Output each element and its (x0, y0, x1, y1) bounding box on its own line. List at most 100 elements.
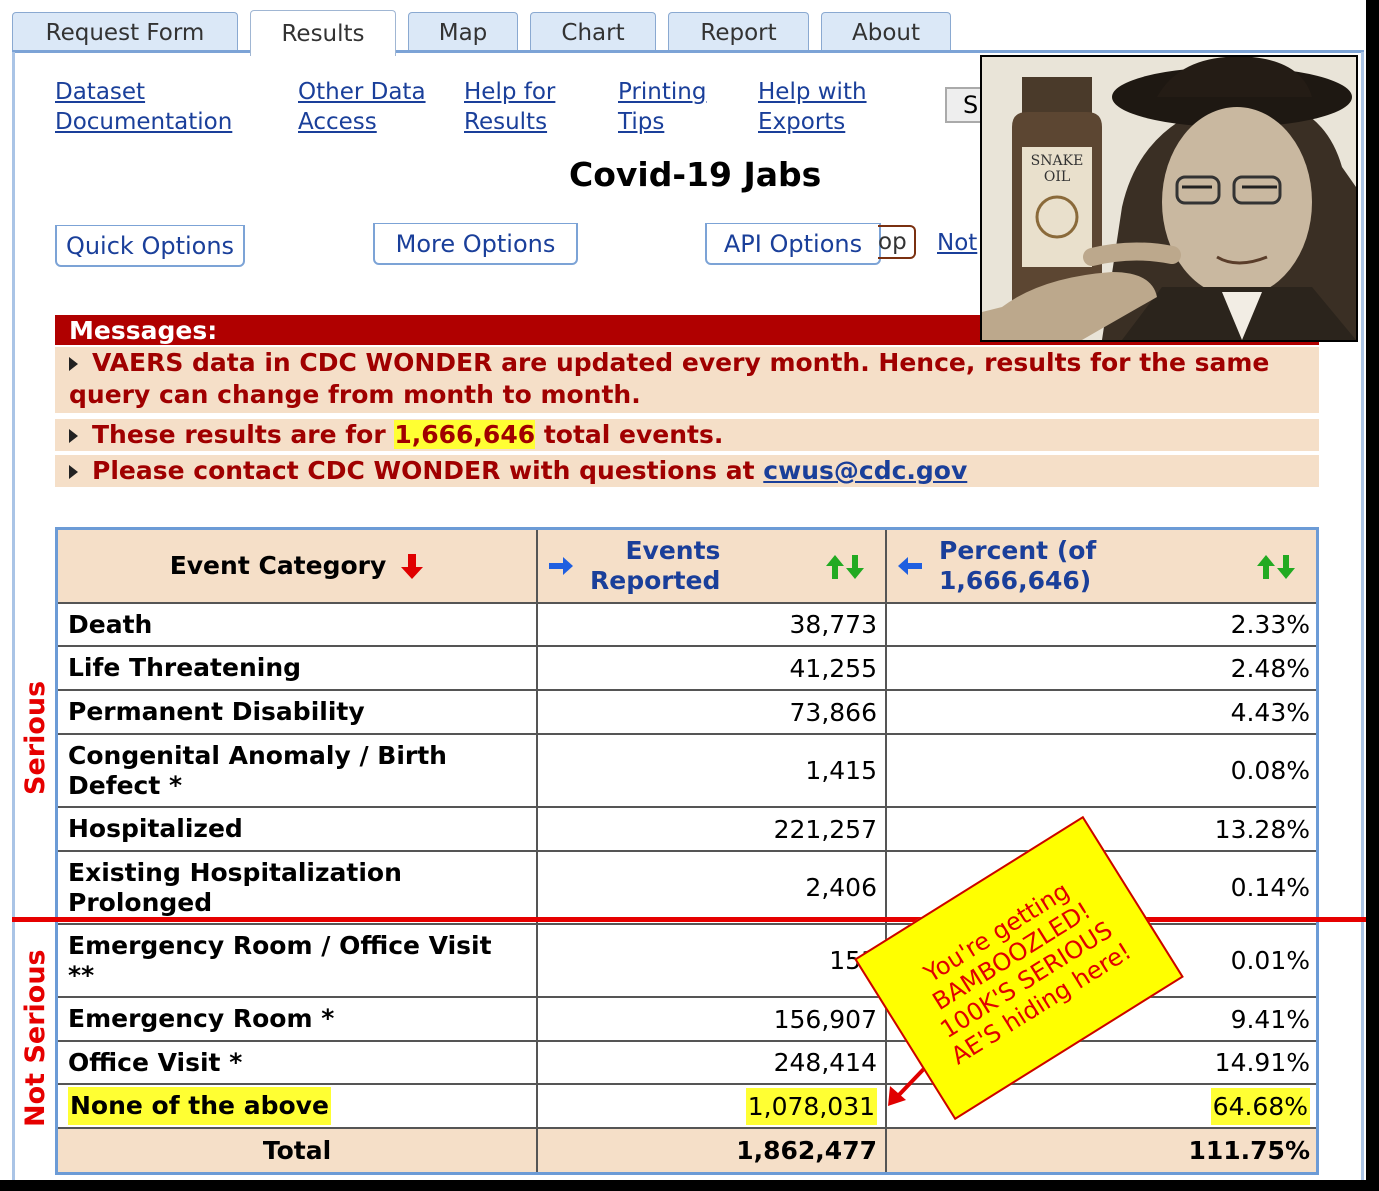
move-left-arrow-icon (898, 557, 922, 575)
link-line: Exports (758, 109, 846, 135)
table-row: Permanent Disability 73,866 4.43% (58, 691, 1316, 735)
row-percent: 13.28% (1214, 814, 1310, 844)
message-text: Please contact CDC WONDER with questions… (92, 456, 764, 485)
row-category: Existing Hospitalization Prolonged (58, 852, 538, 923)
tab-report[interactable]: Report (668, 12, 809, 52)
table-header-row: Event Category Events Reported Percent (o… (58, 530, 1316, 604)
row-category: None of the above (58, 1085, 538, 1127)
header-events-reported[interactable]: Events Reported (538, 530, 887, 602)
bullet-arrow-icon (69, 357, 78, 371)
row-events: 73,866 (538, 691, 887, 733)
row-events: 221,257 (538, 808, 887, 850)
highlighted-category: None of the above (68, 1087, 331, 1125)
bullet-arrow-icon (69, 429, 78, 443)
printing-tips-link[interactable]: Printing Tips (618, 77, 706, 137)
tab-underline (396, 50, 1364, 53)
api-options-button[interactable]: API Options (705, 223, 881, 265)
row-category: Congenital Anomaly / Birth Defect * (58, 735, 538, 806)
partial-button[interactable]: op (878, 225, 916, 259)
row-category: Emergency Room / Office Visit ** (58, 925, 538, 996)
link-line: Access (298, 109, 377, 135)
row-percent: 4.43% (1230, 697, 1310, 727)
row-events: 1,078,031 (538, 1085, 887, 1127)
sort-updown-icon (826, 555, 864, 579)
serious-divider-line (12, 917, 1366, 922)
link-line: Dataset (55, 79, 146, 105)
not-serious-label: Not Serious (20, 949, 51, 1127)
link-line: Results (464, 109, 548, 135)
highlighted-events: 1,078,031 (745, 1087, 877, 1125)
sort-updown-icon (1257, 555, 1295, 579)
results-table: Event Category Events Reported Percent (o… (55, 527, 1319, 1175)
tab-chart[interactable]: Chart (530, 12, 656, 52)
header-label: Reported (590, 566, 721, 595)
link-line: Tips (618, 109, 665, 135)
man-with-bottle-image: SNAKE OIL (982, 57, 1356, 340)
tab-map[interactable]: Map (408, 12, 518, 52)
notes-link[interactable]: Not (937, 228, 977, 258)
quick-options-button[interactable]: Quick Options (55, 225, 245, 267)
tab-results[interactable]: Results (250, 10, 396, 56)
table-row: None of the above 1,078,031 64.68% (58, 1085, 1316, 1129)
help-for-results-link[interactable]: Help for Results (464, 77, 555, 137)
message-total-events: These results are for 1,666,646 total ev… (55, 419, 1319, 451)
header-event-category[interactable]: Event Category (58, 530, 538, 602)
tab-underline (12, 50, 250, 53)
total-percent: 111.75% (1188, 1136, 1310, 1165)
cutoff-button[interactable]: S (945, 87, 985, 123)
bottle-label-text: SNAKE (1031, 153, 1084, 169)
row-events: 1,415 (538, 735, 887, 806)
link-line: Printing (618, 79, 707, 105)
bullet-arrow-icon (69, 465, 78, 479)
row-percent: 2.48% (1230, 653, 1310, 683)
row-category: Death (58, 604, 538, 645)
table-total-row: Total 1,862,477 111.75% (58, 1129, 1316, 1172)
snake-oil-photo: SNAKE OIL (980, 55, 1358, 342)
sort-down-arrow-icon (401, 554, 424, 579)
panel-left-border (12, 52, 15, 1180)
row-category: Office Visit * (58, 1042, 538, 1083)
row-category: Life Threatening (58, 647, 538, 689)
header-label: Event Category (169, 551, 387, 580)
help-with-exports-link[interactable]: Help with Exports (758, 77, 867, 137)
panel-right-border (1361, 52, 1364, 1180)
total-events: 1,862,477 (538, 1129, 887, 1172)
link-line: Help for (464, 79, 556, 105)
other-data-access-link[interactable]: Other Data Access (298, 77, 426, 137)
message-update-notice: VAERS data in CDC WONDER are updated eve… (55, 347, 1319, 413)
message-text: total events. (535, 420, 724, 449)
contact-email-link[interactable]: cwus@cdc.gov (763, 456, 967, 485)
dataset-documentation-link[interactable]: Dataset Documentation (55, 77, 232, 137)
more-options-button[interactable]: More Options (373, 223, 578, 265)
total-events-highlight: 1,666,646 (394, 420, 536, 449)
page-frame: Request Form Results Map Chart Report Ab… (0, 0, 1366, 1180)
link-line: Other Data (298, 79, 426, 105)
serious-label: Serious (20, 680, 51, 795)
row-category: Emergency Room * (58, 998, 538, 1040)
header-percent[interactable]: Percent (of 1,666,646) (887, 530, 1316, 602)
table-row: Death 38,773 2.33% (58, 604, 1316, 647)
page-title: Covid-19 Jabs (569, 155, 822, 194)
total-label: Total (58, 1129, 538, 1172)
row-events: 156,907 (538, 998, 887, 1040)
row-events: 41,255 (538, 647, 887, 689)
table-row: Life Threatening 41,255 2.48% (58, 647, 1316, 691)
row-category: Permanent Disability (58, 691, 538, 733)
row-events: 153 (538, 925, 887, 996)
header-label: Events (625, 536, 721, 565)
table-row: Hospitalized 221,257 13.28% (58, 808, 1316, 852)
tab-about[interactable]: About (821, 12, 951, 52)
table-row: Congenital Anomaly / Birth Defect * 1,41… (58, 735, 1316, 808)
link-line: Help with (758, 79, 867, 105)
header-label: Percent (of (939, 536, 1097, 565)
highlighted-percent: 64.68% (1210, 1087, 1310, 1125)
row-percent: 2.33% (1230, 610, 1310, 639)
row-events: 248,414 (538, 1042, 887, 1083)
message-text: VAERS data in CDC WONDER are updated eve… (69, 348, 1270, 409)
table-row: Office Visit * 248,414 14.91% (58, 1042, 1316, 1085)
header-label: 1,666,646) (939, 566, 1092, 595)
row-percent: 0.08% (1230, 756, 1310, 785)
tab-request-form[interactable]: Request Form (12, 12, 238, 52)
move-right-arrow-icon (549, 557, 573, 575)
link-line: Documentation (55, 109, 233, 135)
